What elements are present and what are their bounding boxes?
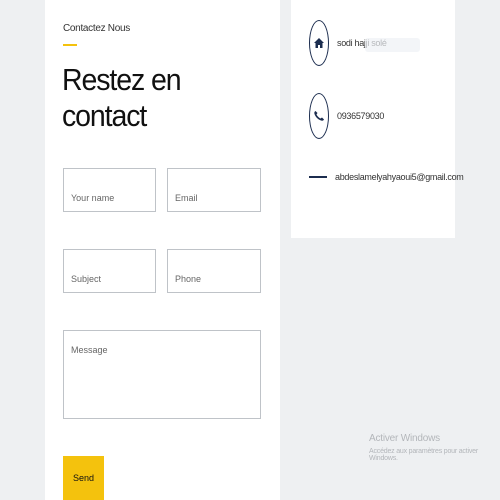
- eyebrow-accent-bar: [63, 44, 77, 46]
- blurred-chip: [365, 38, 420, 52]
- section-eyebrow: Contactez Nous: [63, 23, 130, 34]
- windows-activation-watermark: Activer Windows Accédez aux paramètres p…: [369, 433, 500, 462]
- watermark-subtitle: Accédez aux paramètres pour activer Wind…: [369, 448, 478, 462]
- name-field[interactable]: [63, 168, 156, 212]
- phone-field[interactable]: [167, 249, 261, 293]
- phone-row: 0936579030: [309, 93, 384, 139]
- message-field[interactable]: [63, 330, 261, 419]
- home-icon: [309, 20, 329, 66]
- subject-field[interactable]: [63, 249, 156, 293]
- contact-form-card: Contactez Nous Restez en contact Send: [45, 0, 280, 500]
- email-text: abdeslamelyahyaoui5@gmail.com: [335, 172, 464, 182]
- phone-icon: [309, 93, 329, 139]
- send-button[interactable]: Send: [63, 456, 104, 500]
- phone-text: 0936579030: [337, 111, 385, 121]
- page-title: Restez en contact: [62, 62, 182, 133]
- dash-icon: [309, 176, 327, 178]
- email-row: abdeslamelyahyaoui5@gmail.com: [309, 172, 464, 182]
- email-field[interactable]: [167, 168, 261, 212]
- page: Contactez Nous Restez en contact Send so…: [0, 0, 500, 500]
- watermark-title: Activer Windows: [369, 433, 440, 444]
- contact-info-card: sodi hajji solé 0936579030 abdeslamelyah…: [291, 0, 464, 238]
